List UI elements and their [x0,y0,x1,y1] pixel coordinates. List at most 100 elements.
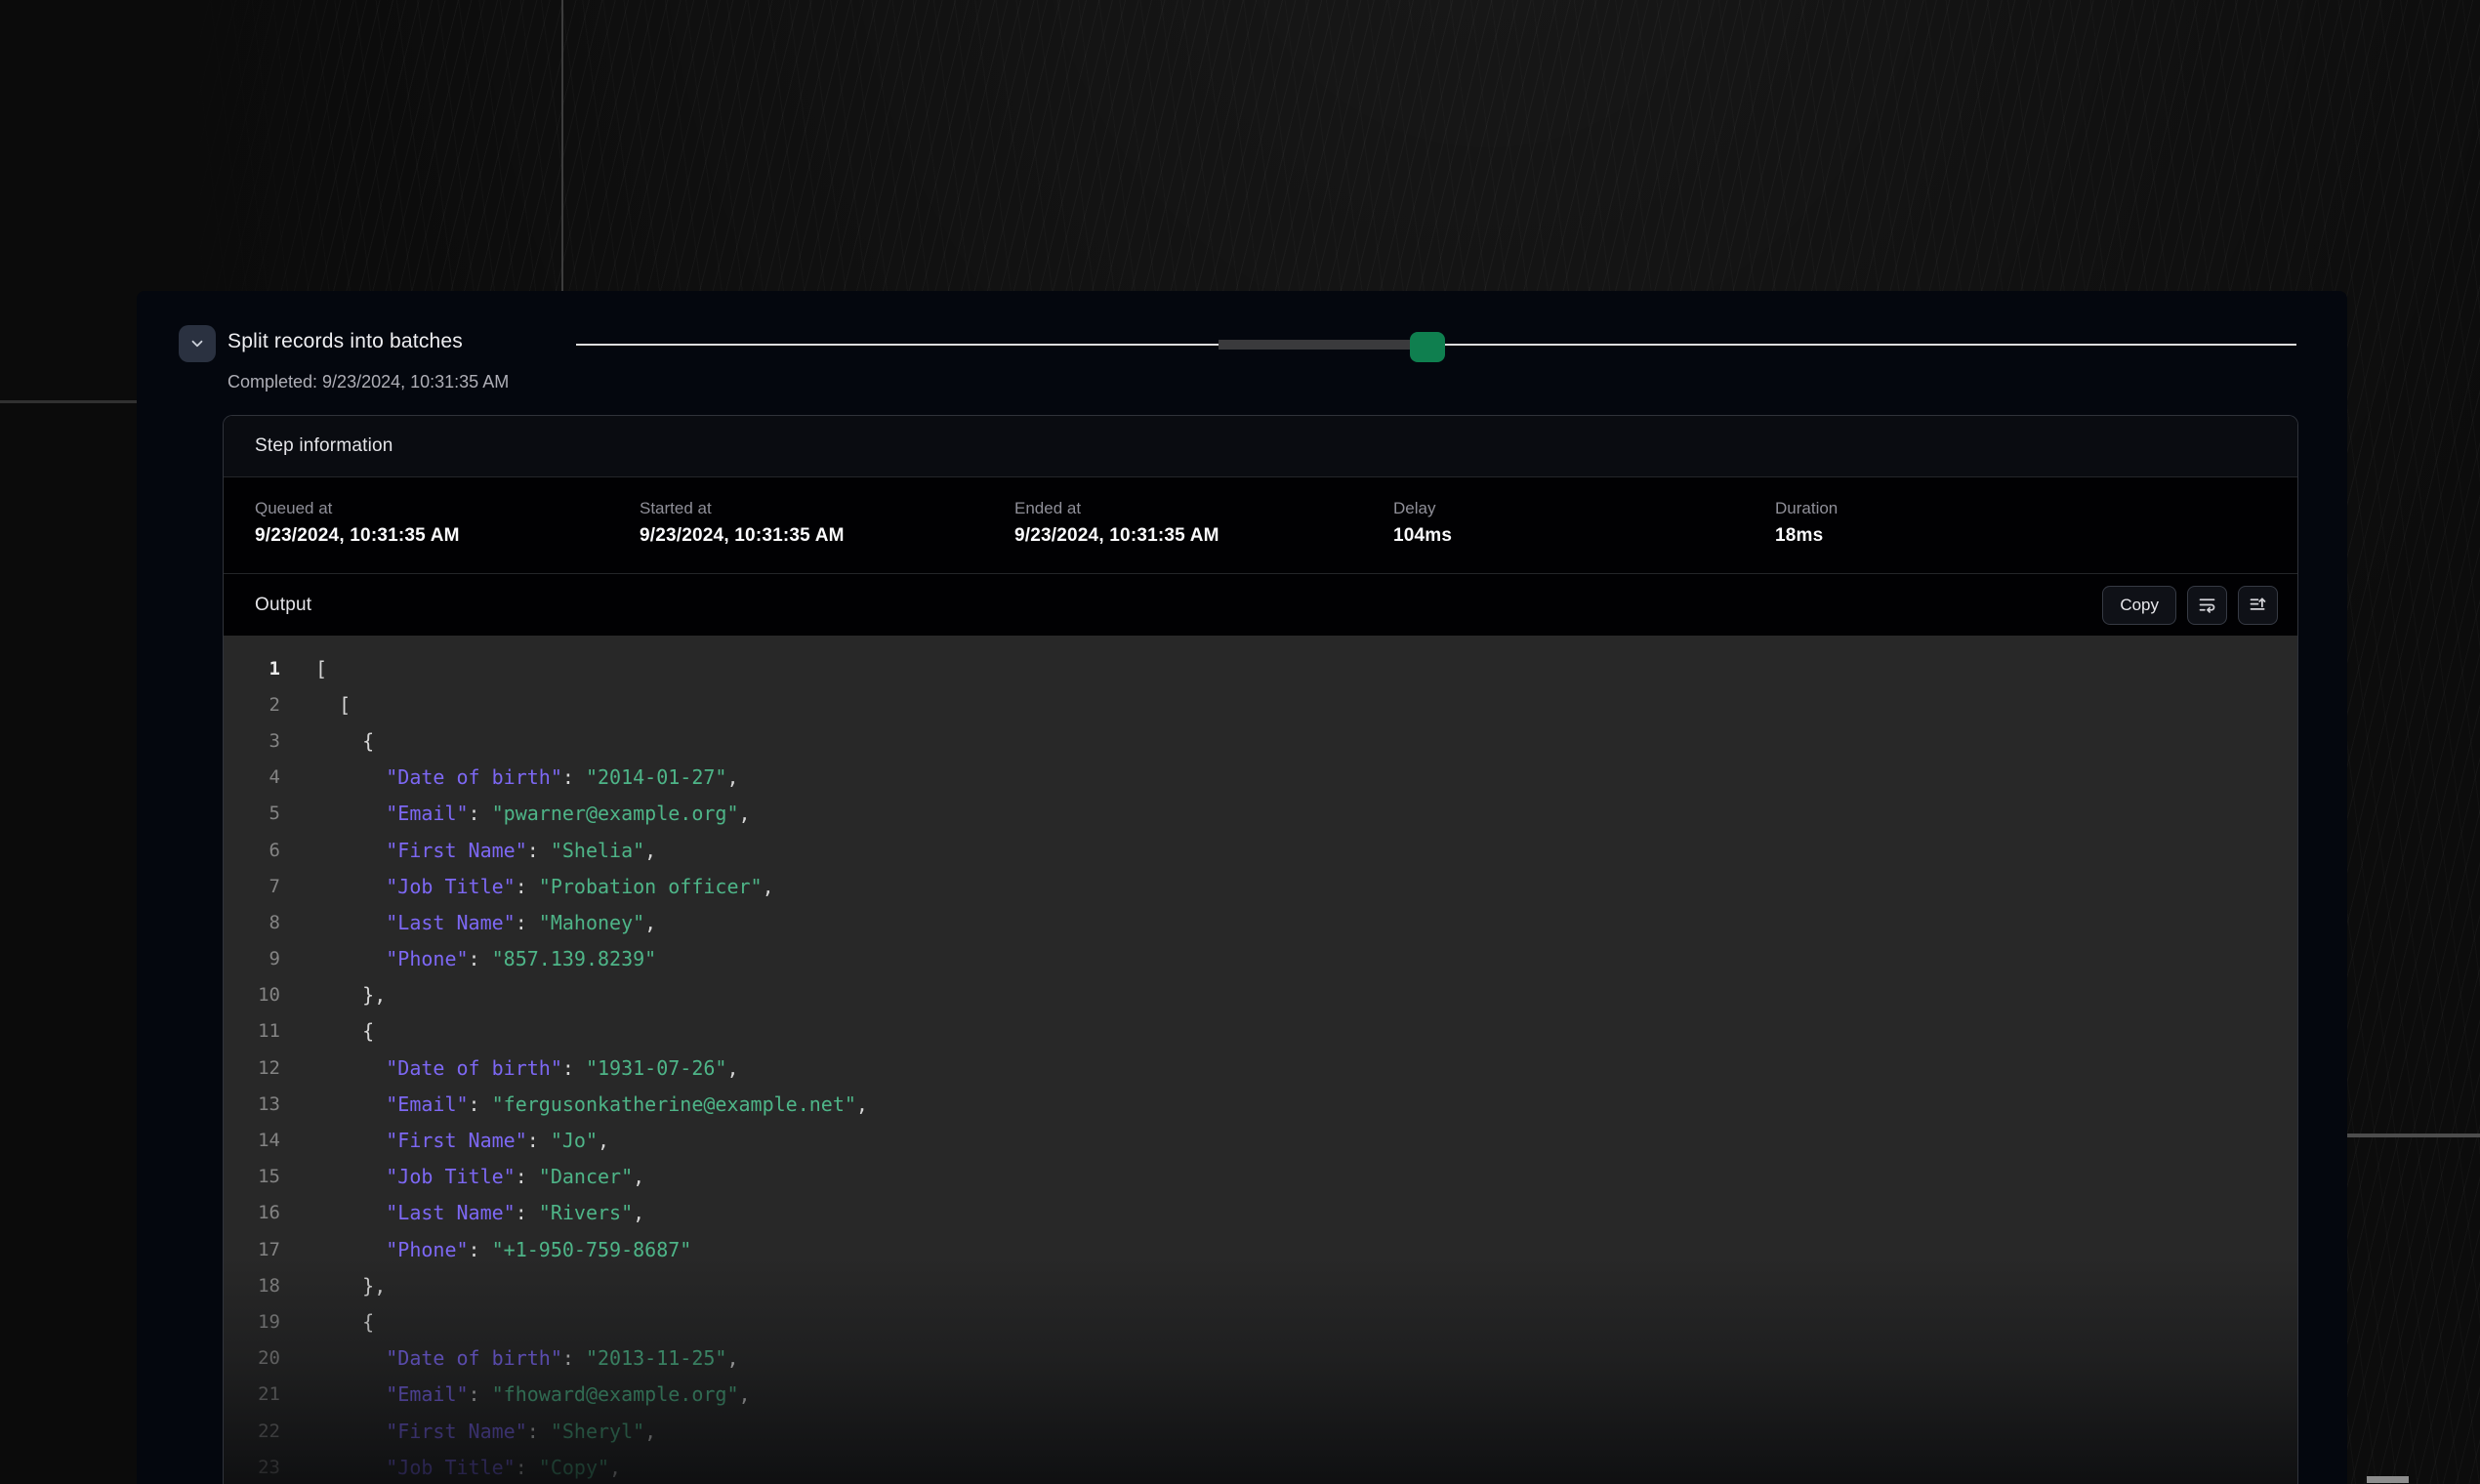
timeline-scrubber-handle[interactable] [1410,332,1445,362]
code-line: 18 }, [224,1267,2297,1303]
line-number: 21 [224,1383,280,1405]
wrap-text-button[interactable] [2187,586,2227,625]
line-number: 12 [224,1057,280,1079]
run-timeline-scrubber[interactable] [576,328,2296,367]
code-line: 21 "Email": "fhoward@example.org", [224,1377,2297,1413]
output-code-viewer[interactable]: 1[2 [3 {4 "Date of birth": "2014-01-27",… [224,636,2297,1484]
line-number: 6 [224,840,280,861]
chevron-down-icon [188,335,206,352]
output-title: Output [255,595,311,616]
line-number: 5 [224,803,280,824]
code-line: 13 "Email": "fergusonkatherine@example.n… [224,1086,2297,1122]
code-content: "First Name": "Jo", [280,1129,609,1152]
step-information-title: Step information [255,435,393,457]
workflow-edge-line-vertical [561,0,563,293]
step-information-header: Step information [224,416,2297,477]
meta-field-queued-at: Queued at 9/23/2024, 10:31:35 AM [255,499,640,573]
line-number: 8 [224,912,280,933]
code-content: "Date of birth": "2013-11-25", [280,1346,739,1370]
step-detail-panel: Split records into batches Completed: 9/… [137,291,2347,1484]
meta-field-duration: Duration 18ms [1775,499,2297,573]
output-actions: Copy [2102,586,2278,625]
code-content: }, [280,1274,386,1298]
code-content: { [280,1310,374,1334]
code-content: "Email": "fergusonkatherine@example.net"… [280,1092,868,1116]
meta-label: Started at [640,499,1014,518]
code-content: "Job Title": "Probation officer", [280,875,774,898]
code-line: 17 "Phone": "+1-950-759-8687" [224,1231,2297,1267]
code-line: 10 }, [224,977,2297,1013]
code-content: { [280,729,374,753]
collapse-step-button[interactable] [179,325,216,362]
line-number: 11 [224,1020,280,1042]
code-line: 19 { [224,1303,2297,1340]
code-content: "First Name": "Shelia", [280,839,656,862]
horizontal-scrollbar-thumb[interactable] [2367,1476,2409,1483]
code-line: 15 "Job Title": "Dancer", [224,1159,2297,1195]
code-line: 6 "First Name": "Shelia", [224,832,2297,868]
code-content: "Date of birth": "2014-01-27", [280,765,739,789]
line-number: 4 [224,766,280,788]
code-content: "Email": "pwarner@example.org", [280,802,751,825]
code-line: 22 "First Name": "Sheryl", [224,1413,2297,1449]
line-number: 16 [224,1202,280,1223]
code-line: 11 { [224,1013,2297,1050]
line-number: 14 [224,1130,280,1151]
code-content: { [280,1019,374,1043]
code-line: 5 "Email": "pwarner@example.org", [224,796,2297,832]
meta-label: Duration [1775,499,2297,518]
code-line: 2 [ [224,686,2297,722]
code-content: "Last Name": "Rivers", [280,1201,644,1224]
line-number: 10 [224,984,280,1006]
copy-output-button[interactable]: Copy [2102,586,2176,625]
meta-field-ended-at: Ended at 9/23/2024, 10:31:35 AM [1014,499,1393,573]
line-number: 2 [224,694,280,716]
meta-value: 9/23/2024, 10:31:35 AM [640,525,1014,547]
meta-label: Ended at [1014,499,1393,518]
code-line: 8 "Last Name": "Mahoney", [224,904,2297,940]
code-lines: 1[2 [3 {4 "Date of birth": "2014-01-27",… [224,650,2297,1484]
line-number: 9 [224,948,280,969]
code-content: "Email": "fhoward@example.org", [280,1382,751,1406]
code-content: "Phone": "+1-950-759-8687" [280,1238,691,1261]
code-line: 14 "First Name": "Jo", [224,1122,2297,1158]
line-number: 18 [224,1275,280,1297]
code-line: 12 "Date of birth": "1931-07-26", [224,1050,2297,1086]
line-number: 13 [224,1093,280,1115]
meta-value: 9/23/2024, 10:31:35 AM [1014,525,1393,547]
line-number: 22 [224,1421,280,1442]
code-line: 9 "Phone": "857.139.8239" [224,941,2297,977]
code-content: "Phone": "857.139.8239" [280,947,656,970]
code-line: 7 "Job Title": "Probation officer", [224,868,2297,904]
workflow-edge-line-right [2347,1134,2480,1137]
wrap-text-icon [2197,595,2217,615]
scroll-to-top-button[interactable] [2238,586,2278,625]
code-content: [ [280,693,351,717]
meta-value: 9/23/2024, 10:31:35 AM [255,525,640,547]
code-line: 20 "Date of birth": "2013-11-25", [224,1340,2297,1377]
code-line: 23 "Job Title": "Copy", [224,1449,2297,1484]
code-content: "Job Title": "Copy", [280,1456,621,1479]
meta-value: 104ms [1393,525,1775,547]
code-content: }, [280,983,386,1007]
line-number: 7 [224,876,280,897]
step-title: Split records into batches [227,330,463,353]
step-metadata-row: Queued at 9/23/2024, 10:31:35 AM Started… [224,477,2297,574]
line-number: 17 [224,1239,280,1260]
line-number: 1 [224,658,280,680]
meta-label: Queued at [255,499,640,518]
code-line: 4 "Date of birth": "2014-01-27", [224,760,2297,796]
line-number: 20 [224,1347,280,1369]
line-number: 19 [224,1311,280,1333]
step-information-card: Step information Queued at 9/23/2024, 10… [223,415,2298,1484]
meta-field-delay: Delay 104ms [1393,499,1775,573]
timeline-selected-window[interactable] [1219,340,1410,350]
step-status: Completed: 9/23/2024, 10:31:35 AM [227,372,509,392]
code-line: 16 "Last Name": "Rivers", [224,1195,2297,1231]
meta-value: 18ms [1775,525,2297,547]
meta-field-started-at: Started at 9/23/2024, 10:31:35 AM [640,499,1014,573]
code-content: "Date of birth": "1931-07-26", [280,1056,739,1080]
line-number: 23 [224,1457,280,1478]
output-header: Output Copy [224,574,2297,636]
line-number: 15 [224,1166,280,1187]
